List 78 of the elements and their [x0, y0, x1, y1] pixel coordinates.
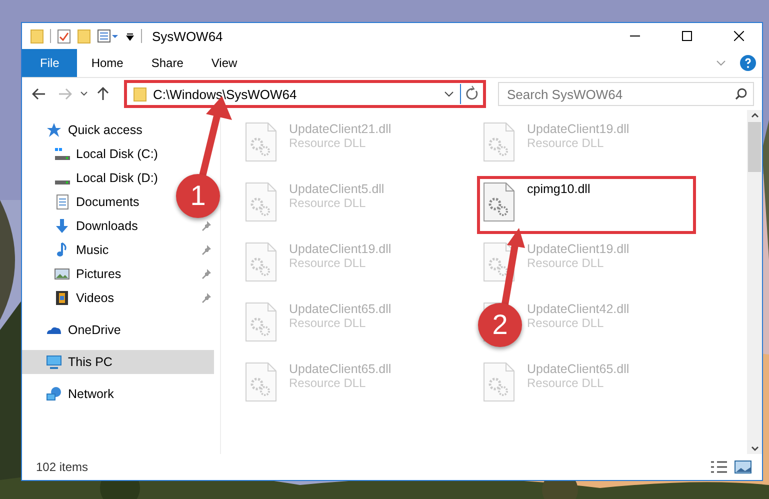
- folder-icon: [133, 86, 147, 102]
- film-icon: [54, 290, 70, 306]
- nav-item[interactable]: Documents: [22, 190, 144, 214]
- pin-icon[interactable]: [202, 245, 212, 255]
- drive-icon: [54, 180, 70, 184]
- address-field[interactable]: C:\Windows\SysWOW64: [126, 82, 484, 106]
- nav-label: OneDrive: [68, 323, 121, 337]
- star-icon: [46, 122, 62, 138]
- gear-file-icon: [245, 242, 277, 282]
- drive-icon: [54, 146, 70, 162]
- gear-file-icon: [483, 242, 515, 282]
- scrollbar[interactable]: [747, 110, 762, 454]
- nav-label: Local Disk (C:): [76, 147, 158, 161]
- nav-label: Local Disk (D:): [76, 171, 158, 185]
- nav-label: Documents: [76, 195, 140, 209]
- help-icon[interactable]: [740, 55, 756, 71]
- ribbon-tab[interactable]: Home: [77, 49, 138, 77]
- gear-file-icon: [245, 122, 277, 162]
- nav-item[interactable]: Videos: [22, 286, 214, 310]
- gear-file-icon: [245, 362, 277, 402]
- file-type: Resource DLL: [289, 196, 367, 210]
- window-title: SysWOW64: [152, 28, 224, 44]
- document-icon: [54, 194, 70, 210]
- ribbon-tab[interactable]: File: [22, 49, 78, 77]
- maximize-icon: [682, 31, 692, 41]
- nav-item[interactable]: Local Disk (D:): [22, 166, 162, 190]
- pin-icon[interactable]: [202, 293, 212, 303]
- nav-item[interactable]: Pictures: [22, 262, 214, 286]
- gear-file-icon: [245, 182, 277, 222]
- scroll-thumb[interactable]: [748, 122, 761, 172]
- nav-label: Downloads: [76, 219, 138, 233]
- down-arrow-icon: [54, 218, 70, 234]
- properties-icon[interactable]: [57, 28, 71, 44]
- file-type: Resource DLL: [527, 316, 605, 330]
- network-icon: [46, 386, 62, 402]
- nav-item[interactable]: This PC: [22, 350, 214, 374]
- file-type: Resource DLL: [289, 376, 367, 390]
- nav-label: Network: [68, 387, 114, 401]
- large-icons-view-icon[interactable]: [734, 460, 752, 474]
- nav-label: Videos: [76, 291, 114, 305]
- nav-label: Quick access: [68, 123, 142, 137]
- gear-file-icon: [483, 182, 515, 222]
- monitor-icon: [46, 354, 62, 370]
- file-name[interactable]: cpimg10.dll: [527, 182, 590, 196]
- file-type: Resource DLL: [527, 376, 605, 390]
- nav-item[interactable]: Quick access: [22, 118, 146, 142]
- nav-item[interactable]: OneDrive: [22, 318, 125, 342]
- chevron-icon[interactable]: [716, 58, 726, 68]
- dropdown-icon[interactable]: [444, 90, 454, 98]
- file-type: Resource DLL: [289, 136, 367, 150]
- nav-label: Music: [76, 243, 109, 257]
- gear-file-icon: [245, 302, 277, 342]
- file-type: Resource DLL: [527, 256, 605, 270]
- gear-file-icon: [483, 122, 515, 162]
- nav-label: Pictures: [76, 267, 122, 281]
- forward-arrow-icon: [58, 88, 72, 100]
- dropdown-icon[interactable]: [80, 91, 88, 97]
- search-icon[interactable]: [735, 88, 747, 100]
- gear-file-icon: [483, 362, 515, 402]
- file-type: Resource DLL: [289, 316, 367, 330]
- pin-icon[interactable]: [202, 269, 212, 279]
- nav-label: This PC: [68, 355, 112, 369]
- item-count: 102 items: [36, 460, 90, 474]
- pin-icon[interactable]: [202, 221, 212, 231]
- back-arrow-icon: [32, 88, 46, 100]
- ribbon-tab[interactable]: Share: [137, 49, 198, 77]
- search-field[interactable]: Search SysWOW64: [498, 82, 754, 106]
- nav-item[interactable]: Network: [22, 382, 118, 406]
- picture-icon: [54, 266, 70, 282]
- file-type: Resource DLL: [289, 256, 367, 270]
- ribbon-tab[interactable]: View: [197, 49, 252, 77]
- close-icon: [734, 31, 744, 41]
- view-options-icon[interactable]: [97, 28, 119, 44]
- details-view-icon[interactable]: [710, 460, 728, 474]
- nav-item[interactable]: Local Disk (C:): [22, 142, 162, 166]
- nav-item[interactable]: Music: [22, 238, 214, 262]
- file-type: Resource DLL: [527, 136, 605, 150]
- up-arrow-icon: [97, 87, 109, 101]
